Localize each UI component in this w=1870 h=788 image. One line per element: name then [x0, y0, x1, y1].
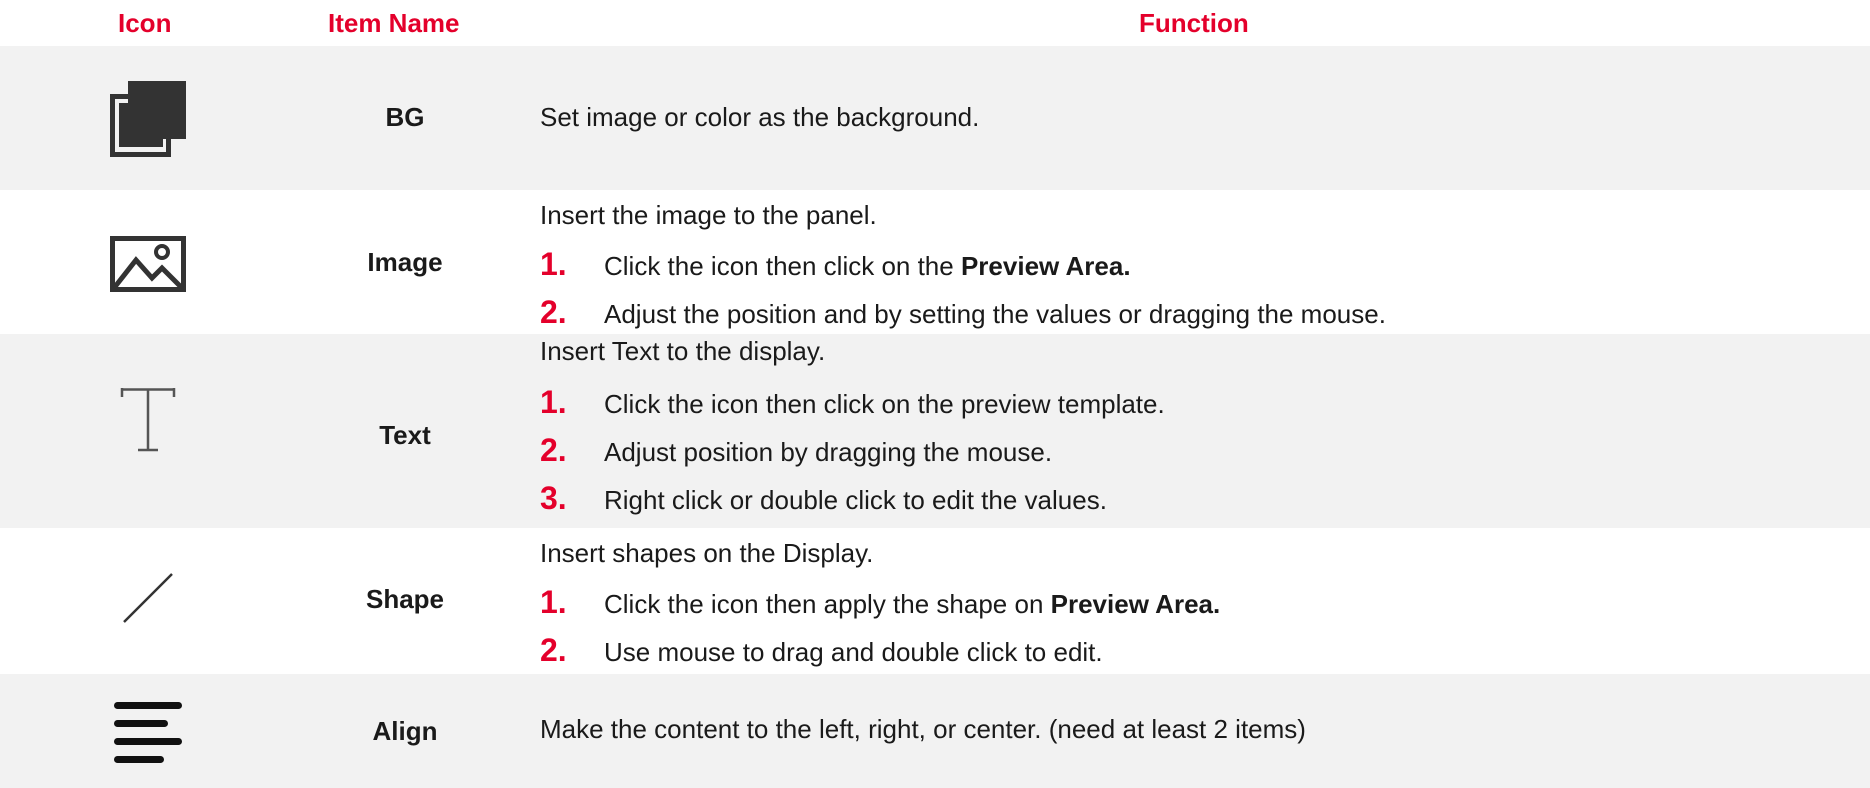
text-icon	[88, 388, 208, 452]
function-cell: Insert shapes on the Display. 1. Click th…	[540, 528, 1850, 674]
function-cell: Insert the image to the panel. 1. Click t…	[540, 190, 1850, 334]
function-cell: Insert Text to the display. 1. Click the …	[540, 334, 1850, 528]
step-text: Click the icon then click on the preview…	[604, 389, 1165, 419]
step-text: Click the icon then click on the	[604, 251, 961, 281]
step-number: 3.	[540, 480, 567, 516]
function-cell: Make the content to the left, right, or …	[540, 674, 1850, 788]
item-name: Align	[372, 716, 438, 746]
table-row-image: Image Insert the image to the panel. 1. C…	[0, 190, 1870, 334]
step-item: 2. Adjust position by dragging the mouse.	[540, 432, 1052, 469]
step-number: 2.	[540, 432, 567, 468]
image-icon	[88, 236, 208, 292]
function-description: Set image or color as the background.	[540, 102, 980, 132]
step-text: Click the icon then apply the shape on	[604, 589, 1051, 619]
item-name: Text	[379, 420, 431, 450]
step-text-bold: Preview Area.	[960, 251, 1131, 281]
function-description: Make the content to the left, right, or …	[540, 714, 1306, 744]
function-description: Insert Text to the display.	[540, 336, 826, 366]
table-header: Icon Item Name Function	[0, 0, 1870, 46]
table-row-shape: Shape Insert shapes on the Display. 1. Cl…	[0, 528, 1870, 674]
item-name: Shape	[365, 584, 445, 614]
step-text: Right click or double click to edit the …	[604, 485, 1107, 515]
header-function: Function	[1139, 8, 1249, 38]
table-row-text: Text Insert Text to the display. 1. Click…	[0, 334, 1870, 528]
item-name: BG	[385, 102, 425, 132]
step-item: 3. Right click or double click to edit th…	[540, 480, 1107, 517]
step-number: 2.	[540, 294, 567, 330]
step-number: 2.	[540, 632, 567, 668]
layers-icon	[88, 81, 208, 157]
step-item: 1. Click the icon then apply the shape on…	[540, 584, 1220, 621]
step-text: Adjust the position and by setting the v…	[604, 299, 1386, 329]
step-number: 1.	[540, 384, 567, 420]
function-cell: Set image or color as the background.	[540, 46, 1850, 190]
line-shape-icon	[88, 572, 208, 624]
header-item-name: Item Name	[328, 8, 460, 38]
step-number: 1.	[540, 584, 567, 620]
function-description: Insert the image to the panel.	[540, 200, 877, 230]
step-item: 2. Adjust the position and by setting the…	[540, 294, 1386, 331]
feature-table: Icon Item Name Function BG Set image or …	[0, 0, 1870, 788]
function-description: Insert shapes on the Display.	[540, 538, 874, 568]
table-row-bg: BG Set image or color as the background.	[0, 46, 1870, 190]
step-item: 2. Use mouse to drag and double click to …	[540, 632, 1103, 669]
step-item: 1. Click the icon then click on the previ…	[540, 384, 1165, 421]
step-number: 1.	[540, 246, 567, 282]
align-left-icon	[88, 700, 208, 764]
step-item: 1. Click the icon then click on the Previ…	[540, 246, 1131, 283]
step-text: Adjust position by dragging the mouse.	[604, 437, 1053, 467]
table-row-align: Align Make the content to the left, righ…	[0, 674, 1870, 788]
item-name: Image	[367, 247, 443, 277]
step-text: Use mouse to drag and double click to ed…	[604, 637, 1103, 667]
header-icon: Icon	[118, 8, 172, 38]
step-text-bold: Preview Area.	[1050, 589, 1221, 619]
